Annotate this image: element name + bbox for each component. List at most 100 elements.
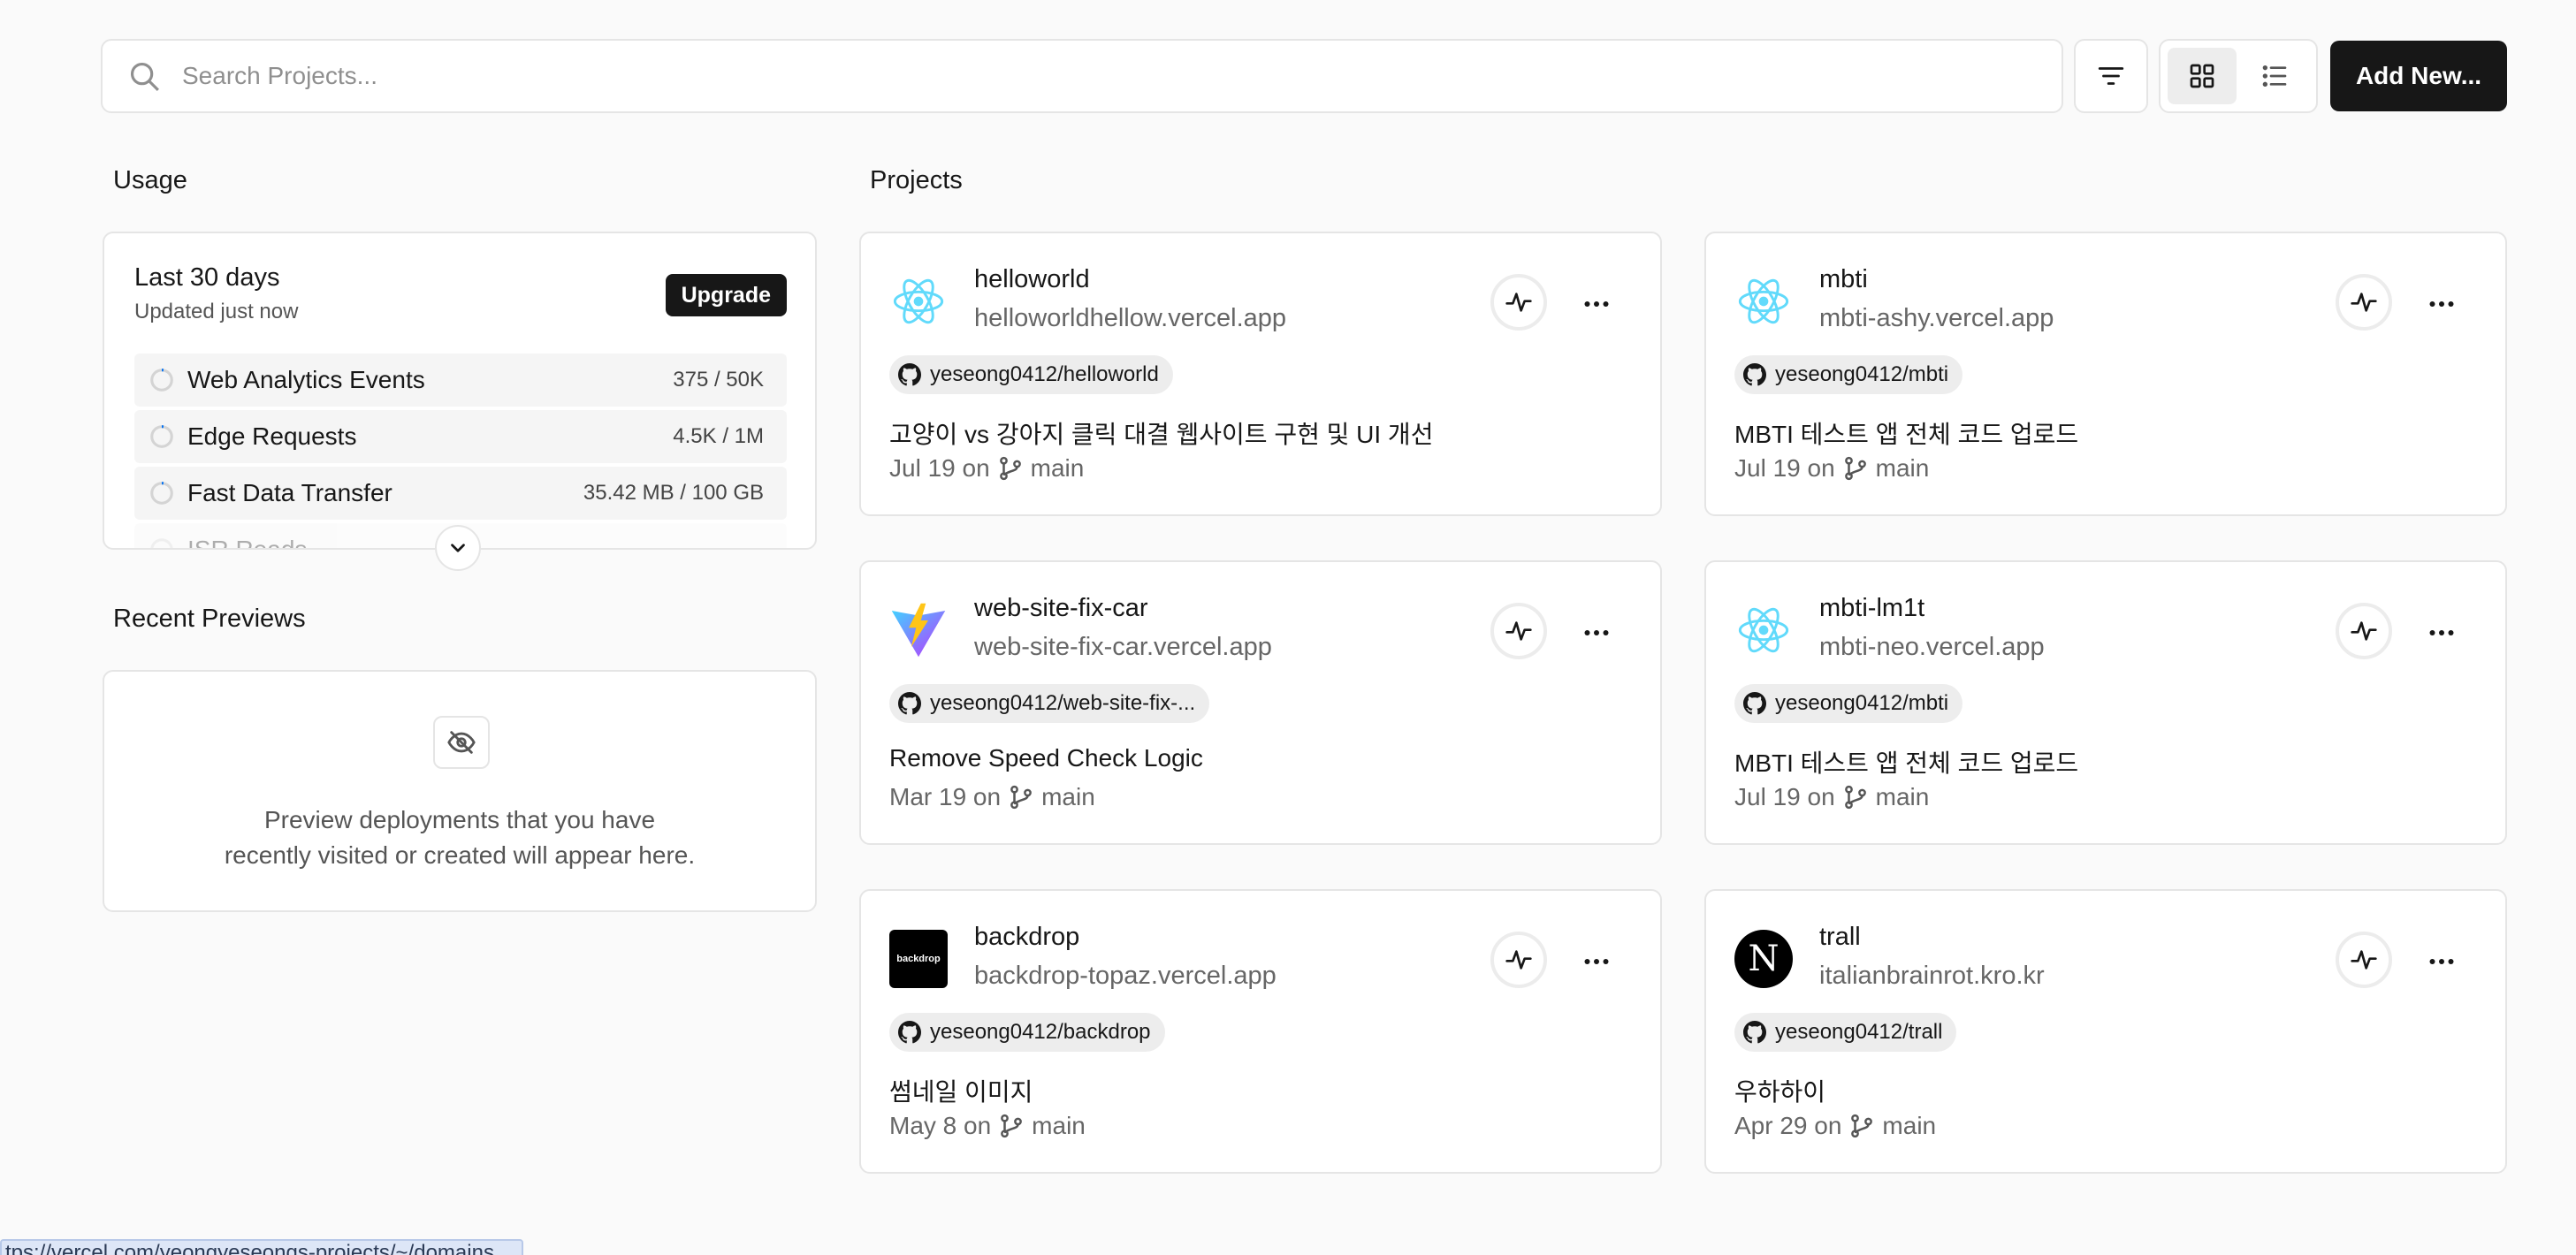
list-icon	[2262, 65, 2287, 87]
more-options-button[interactable]	[1568, 605, 1625, 661]
more-options-button[interactable]	[2413, 605, 2470, 661]
view-toggle	[2159, 39, 2318, 113]
commit-date: Apr 29 on	[1734, 1112, 1842, 1139]
github-icon	[1743, 363, 1766, 386]
grid-icon	[2190, 64, 2214, 88]
git-branch-icon	[1844, 785, 1866, 810]
search-icon	[130, 62, 159, 91]
usage-value: 4.5K / 1M	[673, 424, 764, 448]
commit-meta: Jul 19 on main	[1734, 783, 1929, 811]
project-card[interactable]: mbti-lm1t mbti-neo.vercel.app yeseong0412/…	[1704, 560, 2507, 845]
usage-value: 35.42 MB / 100 GB	[583, 481, 764, 505]
repo-name: yeseong0412/web-site-fix-...	[930, 691, 1196, 715]
usage-row[interactable]: Web Analytics Events 375 / 50K	[134, 354, 787, 407]
git-branch-icon	[1010, 785, 1032, 810]
previews-empty-text: Preview deployments that you have recent…	[104, 802, 815, 873]
project-url[interactable]: mbti-neo.vercel.app	[1819, 633, 2045, 662]
project-url[interactable]: helloworldhellow.vercel.app	[974, 304, 1286, 333]
dashboard: Add New... Usage Last 30 days Updated ju…	[0, 0, 2576, 1255]
activity-button[interactable]	[1490, 603, 1547, 659]
github-icon	[898, 1021, 921, 1044]
project-url[interactable]: italianbrainrot.kro.kr	[1819, 962, 2045, 991]
activity-icon	[2351, 293, 2377, 312]
search-bar[interactable]	[101, 39, 2063, 113]
usage-name: Web Analytics Events	[187, 366, 425, 393]
activity-button[interactable]	[2336, 603, 2392, 659]
project-card[interactable]: Ntrall italianbrainrot.kro.kr yeseong0412/…	[1704, 889, 2507, 1174]
project-card[interactable]: helloworld helloworldhellow.vercel.app yes…	[859, 232, 1662, 516]
usage-value: 375 / 50K	[673, 368, 764, 392]
project-card[interactable]: backdrop backdrop backdrop-topaz.vercel.ap…	[859, 889, 1662, 1174]
commit-message: 우하하이	[1734, 1078, 1826, 1106]
project-url[interactable]: backdrop-topaz.vercel.app	[974, 962, 1277, 991]
commit-meta: Mar 19 on main	[889, 783, 1095, 811]
git-branch-icon	[1851, 1114, 1873, 1138]
add-new-button[interactable]: Add New...	[2330, 41, 2507, 111]
previews-empty-line: Preview deployments that you have	[263, 806, 656, 833]
commit-meta: Jul 19 on main	[1734, 454, 1929, 483]
vite-icon	[889, 601, 948, 659]
more-options-button[interactable]	[2413, 933, 2470, 990]
repo-badge[interactable]: yeseong0412/mbti	[1734, 684, 1963, 723]
usage-heading: Usage	[113, 166, 187, 194]
more-horizontal-icon	[1584, 959, 1609, 964]
commit-message: MBTI 테스트 앱 전체 코드 업로드	[1734, 749, 2079, 777]
more-horizontal-icon	[2429, 301, 2454, 307]
project-name[interactable]: trall	[1819, 923, 1861, 952]
project-url[interactable]: web-site-fix-car.vercel.app	[974, 633, 1272, 662]
repo-badge[interactable]: yeseong0412/web-site-fix-...	[889, 684, 1210, 723]
commit-message: Remove Speed Check Logic	[889, 744, 1203, 772]
branch-name: main	[1030, 454, 1085, 482]
repo-name: yeseong0412/mbti	[1775, 362, 1949, 386]
activity-button[interactable]	[2336, 274, 2392, 331]
more-options-button[interactable]	[1568, 276, 1625, 332]
search-input[interactable]	[182, 62, 1862, 90]
activity-button[interactable]	[1490, 274, 1547, 331]
react-icon	[1734, 272, 1793, 331]
project-card[interactable]: web-site-fix-car web-site-fix-car.vercel.…	[859, 560, 1662, 845]
project-name[interactable]: helloworld	[974, 265, 1090, 294]
filter-button[interactable]	[2074, 39, 2148, 113]
git-branch-icon	[999, 456, 1021, 481]
project-card[interactable]: mbti mbti-ashy.vercel.app yeseong0412/mbti…	[1704, 232, 2507, 516]
project-url[interactable]: mbti-ashy.vercel.app	[1819, 304, 2054, 333]
commit-date: Jul 19 on	[889, 454, 990, 482]
branch-name: main	[1882, 1112, 1937, 1139]
more-options-button[interactable]	[1568, 933, 1625, 990]
usage-ring-icon	[150, 538, 173, 548]
usage-period: Last 30 days	[134, 263, 280, 292]
grid-view-button[interactable]	[2168, 48, 2237, 104]
commit-date: Jul 19 on	[1734, 783, 1835, 810]
project-name[interactable]: backdrop	[974, 923, 1079, 952]
more-options-button[interactable]	[2413, 276, 2470, 332]
commit-meta: Apr 29 on main	[1734, 1112, 1936, 1140]
repo-badge[interactable]: yeseong0412/trall	[1734, 1013, 1957, 1052]
usage-card: Last 30 days Updated just now Upgrade We…	[103, 232, 817, 550]
github-icon	[1743, 1021, 1766, 1044]
previews-empty-line: recently visited or created will appear …	[224, 841, 696, 869]
react-icon	[889, 272, 948, 331]
repo-name: yeseong0412/mbti	[1775, 691, 1949, 715]
git-branch-icon	[1001, 1114, 1023, 1138]
expand-usage-button[interactable]	[435, 525, 481, 571]
nextjs-logo-text: N	[1734, 930, 1793, 988]
github-icon	[1743, 692, 1766, 715]
usage-ring-icon	[150, 425, 173, 448]
list-view-button[interactable]	[2240, 48, 2309, 104]
project-name[interactable]: mbti	[1819, 265, 1868, 294]
project-name[interactable]: mbti-lm1t	[1819, 594, 1924, 623]
upgrade-button[interactable]: Upgrade	[665, 274, 787, 316]
activity-button[interactable]	[2336, 932, 2392, 988]
activity-icon	[1505, 293, 1532, 312]
usage-row[interactable]: Fast Data Transfer 35.42 MB / 100 GB	[134, 467, 787, 520]
project-name[interactable]: web-site-fix-car	[974, 594, 1148, 623]
repo-badge[interactable]: yeseong0412/mbti	[1734, 355, 1963, 394]
recent-previews-card: Preview deployments that you have recent…	[103, 670, 817, 912]
more-horizontal-icon	[1584, 301, 1609, 307]
repo-badge[interactable]: yeseong0412/backdrop	[889, 1013, 1165, 1052]
activity-button[interactable]	[1490, 932, 1547, 988]
usage-ring-icon	[150, 482, 173, 505]
repo-badge[interactable]: yeseong0412/helloworld	[889, 355, 1173, 394]
repo-name: yeseong0412/trall	[1775, 1020, 1943, 1044]
usage-row[interactable]: Edge Requests 4.5K / 1M	[134, 410, 787, 463]
